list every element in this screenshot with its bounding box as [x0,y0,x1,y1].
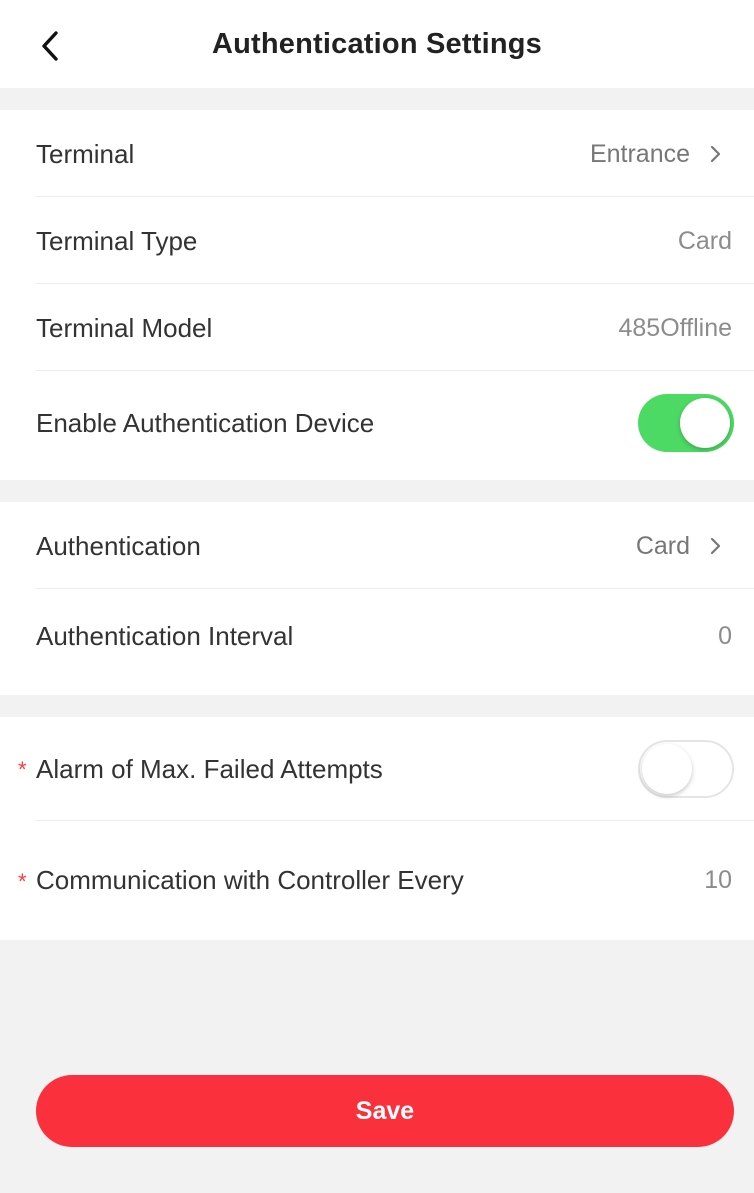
authentication-group: Authentication Card Authentication Inter… [0,502,754,695]
chevron-right-icon [708,143,724,165]
authentication-interval-value[interactable]: 0 [718,620,732,652]
save-button[interactable]: Save [36,1075,734,1147]
authentication-interval-label: Authentication Interval [36,620,294,651]
alarm-max-failed-attempts-toggle[interactable] [638,740,734,798]
toggle-knob [680,398,730,448]
enable-authentication-device-row: Enable Authentication Device [0,371,754,475]
authentication-label: Authentication [36,530,201,561]
terminal-model-row: Terminal Model 485Offline [0,284,754,371]
terminal-type-label: Terminal Type [36,225,198,256]
required-star: * [18,757,27,782]
alarm-max-failed-attempts-label: Alarm of Max. Failed Attempts [36,754,383,784]
alarm-settings-group: * Alarm of Max. Failed Attempts * Commun… [0,717,754,940]
communication-with-controller-row[interactable]: * Communication with Controller Every 10 [0,821,754,939]
terminal-type-value: Card [677,226,732,255]
authentication-row[interactable]: Authentication Card [0,502,754,589]
toggle-knob [642,744,692,794]
enable-authentication-device-label: Enable Authentication Device [36,408,375,438]
chevron-right-icon [708,535,724,557]
communication-with-controller-value[interactable]: 10 [704,864,732,896]
terminal-type-row: Terminal Type Card [0,197,754,284]
page-title: Authentication Settings [211,28,543,60]
alarm-max-failed-attempts-row: * Alarm of Max. Failed Attempts [0,717,754,821]
authentication-value: Card [635,531,690,560]
terminal-row[interactable]: Terminal Entrance [0,110,754,197]
terminal-model-value: 485Offline [618,313,732,342]
communication-with-controller-label: Communication with Controller Every [36,865,464,895]
terminal-label: Terminal [36,138,135,169]
authentication-interval-row[interactable]: Authentication Interval 0 [0,589,754,682]
terminal-model-label: Terminal Model [36,312,213,343]
header-bar: Authentication Settings [0,0,754,88]
enable-authentication-device-toggle[interactable] [638,394,734,452]
required-star: * [18,869,27,894]
terminal-settings-group: Terminal Entrance Terminal Type Card Ter… [0,110,754,480]
terminal-value: Entrance [589,139,690,168]
